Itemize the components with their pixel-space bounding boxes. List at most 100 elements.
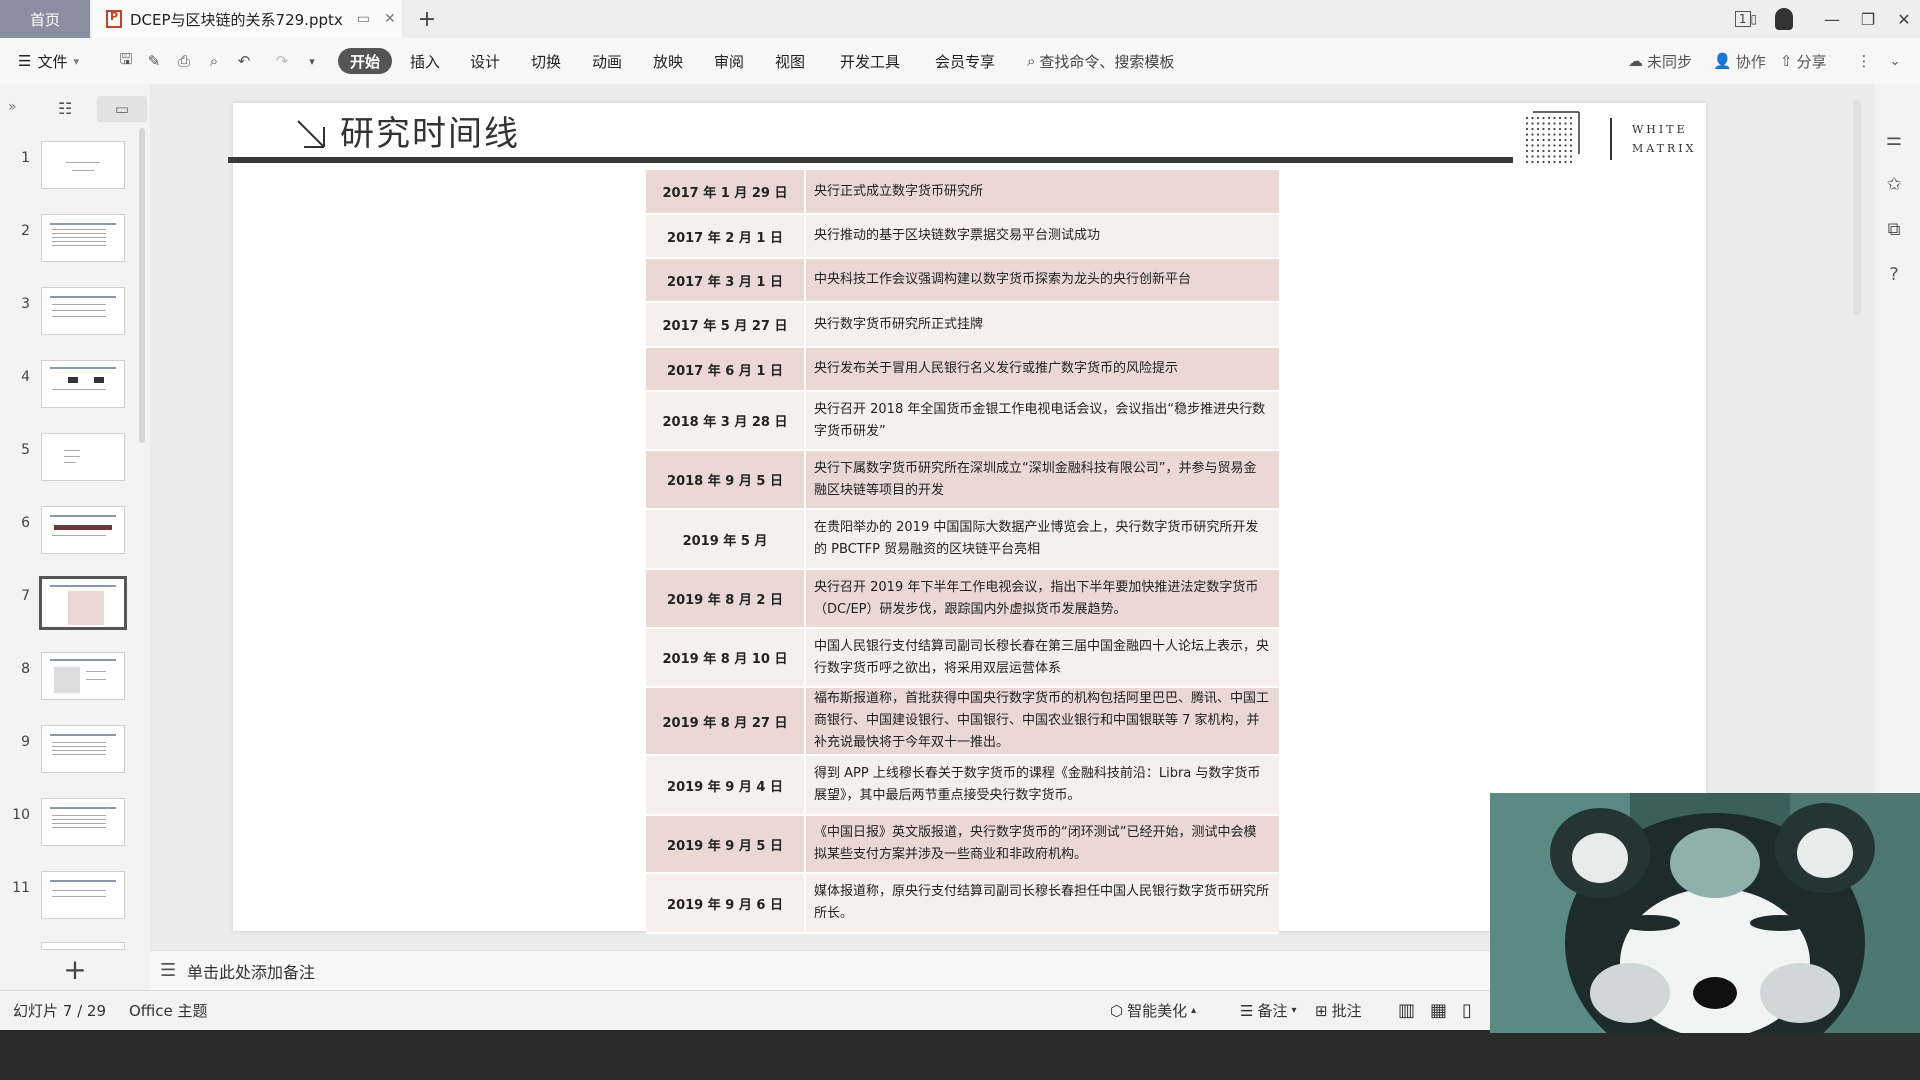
- slide-thumbnail[interactable]: [41, 141, 125, 189]
- file-menu-button[interactable]: ☰ 文件 ▾: [18, 48, 79, 74]
- window-count-badge[interactable]: 1 ▯: [1730, 6, 1762, 32]
- slide-thumbnail[interactable]: [41, 652, 125, 700]
- collaborate-icon: 👤: [1713, 52, 1732, 70]
- tab-transition[interactable]: 切换: [531, 48, 561, 74]
- timeline-row[interactable]: 2019 年 9 月 5 日《中国日报》英文版报道，央行数字货币的“闭环测试”已…: [646, 815, 1279, 874]
- timeline-row[interactable]: 2017 年 5 月 27 日央行数字货币研究所正式挂牌: [646, 302, 1279, 348]
- timeline-date: 2019 年 5 月: [646, 509, 806, 570]
- slide-thumbnail[interactable]: [41, 942, 125, 950]
- format-painter-icon[interactable]: ✎: [143, 50, 165, 72]
- logo-dot: [1542, 144, 1545, 147]
- slide-thumbnail[interactable]: [41, 798, 125, 846]
- slide-thumbnail[interactable]: [41, 214, 125, 262]
- tab-slideshow[interactable]: 放映: [653, 48, 683, 74]
- logo-dot: [1553, 122, 1556, 125]
- normal-view-icon[interactable]: ▥: [1398, 1000, 1415, 1021]
- print-preview-icon[interactable]: ⌕: [203, 50, 225, 72]
- slide-thumbnail[interactable]: [41, 506, 125, 554]
- timeline-event: 《中国日报》英文版报道，央行数字货币的“闭环测试”已经开始，测试中会模拟某些支付…: [805, 815, 1279, 874]
- timeline-row[interactable]: 2019 年 9 月 4 日得到 APP 上线穆长春关于数字货币的课程《金融科技…: [646, 755, 1279, 816]
- slide-thumbnail[interactable]: [41, 433, 125, 481]
- notes-placeholder[interactable]: 单击此处添加备注: [187, 959, 315, 983]
- sync-status-button[interactable]: ☁ 未同步: [1628, 48, 1692, 74]
- logo-dot: [1525, 116, 1529, 120]
- timeline-row[interactable]: 2017 年 6 月 1 日央行发布关于冒用人民银行名义发行或推广数字货币的风险…: [646, 347, 1279, 392]
- timeline-date: 2019 年 8 月 10 日: [646, 628, 806, 688]
- timeline-row[interactable]: 2017 年 2 月 1 日央行推动的基于区块链数字票据交易平台测试成功: [646, 214, 1279, 259]
- timeline-date: 2019 年 8 月 2 日: [646, 569, 806, 629]
- window-count-label: 1: [1734, 11, 1751, 27]
- undo-icon[interactable]: ↶: [233, 50, 255, 72]
- timeline-row[interactable]: 2019 年 8 月 27 日福布斯报道称，首批获得中国央行数字货币的机构包括阿…: [646, 687, 1279, 756]
- outline-view-icon[interactable]: ☷: [58, 99, 72, 118]
- pin-window-icon[interactable]: ▭: [357, 11, 370, 27]
- timeline-event: 福布斯报道称，首批获得中国央行数字货币的机构包括阿里巴巴、腾讯、中国工商银行、中…: [805, 687, 1279, 756]
- document-tab[interactable]: DCEP与区块链的关系729.pptx ▭ ✕: [92, 0, 402, 38]
- slide-title[interactable]: 研究时间线: [340, 106, 520, 155]
- expand-panel-icon[interactable]: »: [8, 99, 17, 115]
- logo-dot: [1525, 122, 1529, 125]
- timeline-row[interactable]: 2019 年 5 月在贵阳举办的 2019 中国国际大数据产业博览会上，央行数字…: [646, 509, 1279, 570]
- reading-view-icon[interactable]: ▯: [1462, 1000, 1472, 1021]
- timeline-row[interactable]: 2017 年 1 月 29 日央行正式成立数字货币研究所: [646, 170, 1279, 215]
- tab-animation[interactable]: 动画: [592, 48, 622, 74]
- editor-scrollbar[interactable]: [1853, 100, 1861, 315]
- timeline-date: 2019 年 9 月 6 日: [646, 873, 806, 934]
- timeline-row[interactable]: 2019 年 9 月 6 日媒体报道称，原央行支付结算司副司长穆长春担任中国人民…: [646, 873, 1279, 934]
- timeline-row[interactable]: 2017 年 3 月 1 日中央科技工作会议强调构建以数字货币探索为龙头的央行创…: [646, 258, 1279, 303]
- command-search[interactable]: ⌕ 查找命令、搜索模板: [1027, 48, 1174, 74]
- quick-access-more-icon[interactable]: ▾: [301, 50, 323, 72]
- logo-dot: [1547, 155, 1551, 158]
- logo-dot: [1558, 160, 1562, 164]
- timeline-row[interactable]: 2019 年 8 月 2 日央行召开 2019 年下半年工作电视会议，指出下半年…: [646, 569, 1279, 629]
- close-tab-icon[interactable]: ✕: [384, 11, 396, 27]
- comments-label: 批注: [1331, 1002, 1362, 1020]
- slide-thumbnail[interactable]: [41, 287, 125, 335]
- layout-switch-icon[interactable]: ⧉: [1880, 215, 1908, 243]
- tab-design[interactable]: 设计: [470, 48, 500, 74]
- collapse-ribbon-icon[interactable]: ⌄: [1884, 50, 1906, 72]
- timeline-table[interactable]: 2017 年 1 月 29 日央行正式成立数字货币研究所 2017 年 2 月 1…: [646, 170, 1279, 934]
- timeline-row[interactable]: 2018 年 9 月 5 日央行下属数字货币研究所在深圳成立“深圳金融科技有限公…: [646, 450, 1279, 510]
- comments-button[interactable]: ⊞ 批注: [1315, 1000, 1362, 1021]
- logo-dot: [1558, 127, 1562, 131]
- more-options-icon[interactable]: ⋮: [1853, 50, 1875, 72]
- save-icon[interactable]: 🖫: [115, 50, 137, 72]
- timeline-row[interactable]: 2018 年 3 月 28 日央行召开 2018 年全国货币金银工作电视电话会议…: [646, 391, 1279, 451]
- smart-beautify-button[interactable]: ⬡ 智能美化 ▴: [1110, 1000, 1196, 1021]
- logo-dot: [1525, 144, 1529, 147]
- tab-member[interactable]: 会员专享: [935, 48, 995, 74]
- tab-developer[interactable]: 开发工具: [840, 48, 900, 74]
- share-button[interactable]: ⇧ 分享: [1780, 48, 1827, 74]
- thumbnail-scrollbar[interactable]: [139, 128, 145, 443]
- restore-icon[interactable]: ❐: [1852, 6, 1884, 32]
- redo-icon[interactable]: ↷: [271, 50, 293, 72]
- new-tab-button[interactable]: +: [412, 4, 442, 34]
- slide-counter: 幻灯片 7 / 29: [13, 1002, 106, 1020]
- slide-thumbnail[interactable]: [41, 871, 125, 919]
- tab-insert[interactable]: 插入: [410, 48, 440, 74]
- pin-icon[interactable]: ✩: [1880, 170, 1908, 198]
- notes-toggle-button[interactable]: ☰ 备注 ▾: [1240, 1000, 1297, 1021]
- property-settings-icon[interactable]: ⚌: [1880, 125, 1908, 153]
- help-icon[interactable]: ?: [1880, 260, 1908, 288]
- slide-sorter-icon[interactable]: ▦: [1430, 1000, 1447, 1021]
- avatar[interactable]: [1768, 6, 1800, 32]
- timeline-row[interactable]: 2019 年 8 月 10 日中国人民银行支付结算司副司长穆长春在第三届中国金融…: [646, 628, 1279, 688]
- slide-thumbnail-active[interactable]: [39, 576, 127, 630]
- close-window-icon[interactable]: ✕: [1888, 6, 1920, 32]
- minimize-icon[interactable]: —: [1816, 6, 1848, 32]
- slide-thumbnail[interactable]: [41, 725, 125, 773]
- tab-review[interactable]: 审阅: [714, 48, 744, 74]
- home-tab[interactable]: 首页: [0, 0, 90, 38]
- print-icon[interactable]: ⎙: [173, 50, 195, 72]
- thumbnail-view-icon[interactable]: ▭: [97, 96, 147, 122]
- tab-start[interactable]: 开始: [338, 48, 392, 74]
- collaborate-button[interactable]: 👤 协作: [1713, 48, 1766, 74]
- logo-dot: [1553, 149, 1556, 153]
- logo-dot: [1569, 144, 1573, 147]
- tab-view[interactable]: 视图: [775, 48, 805, 74]
- logo-dot: [1531, 127, 1534, 131]
- slide-thumbnail[interactable]: [41, 360, 125, 408]
- add-slide-button[interactable]: +: [58, 952, 92, 986]
